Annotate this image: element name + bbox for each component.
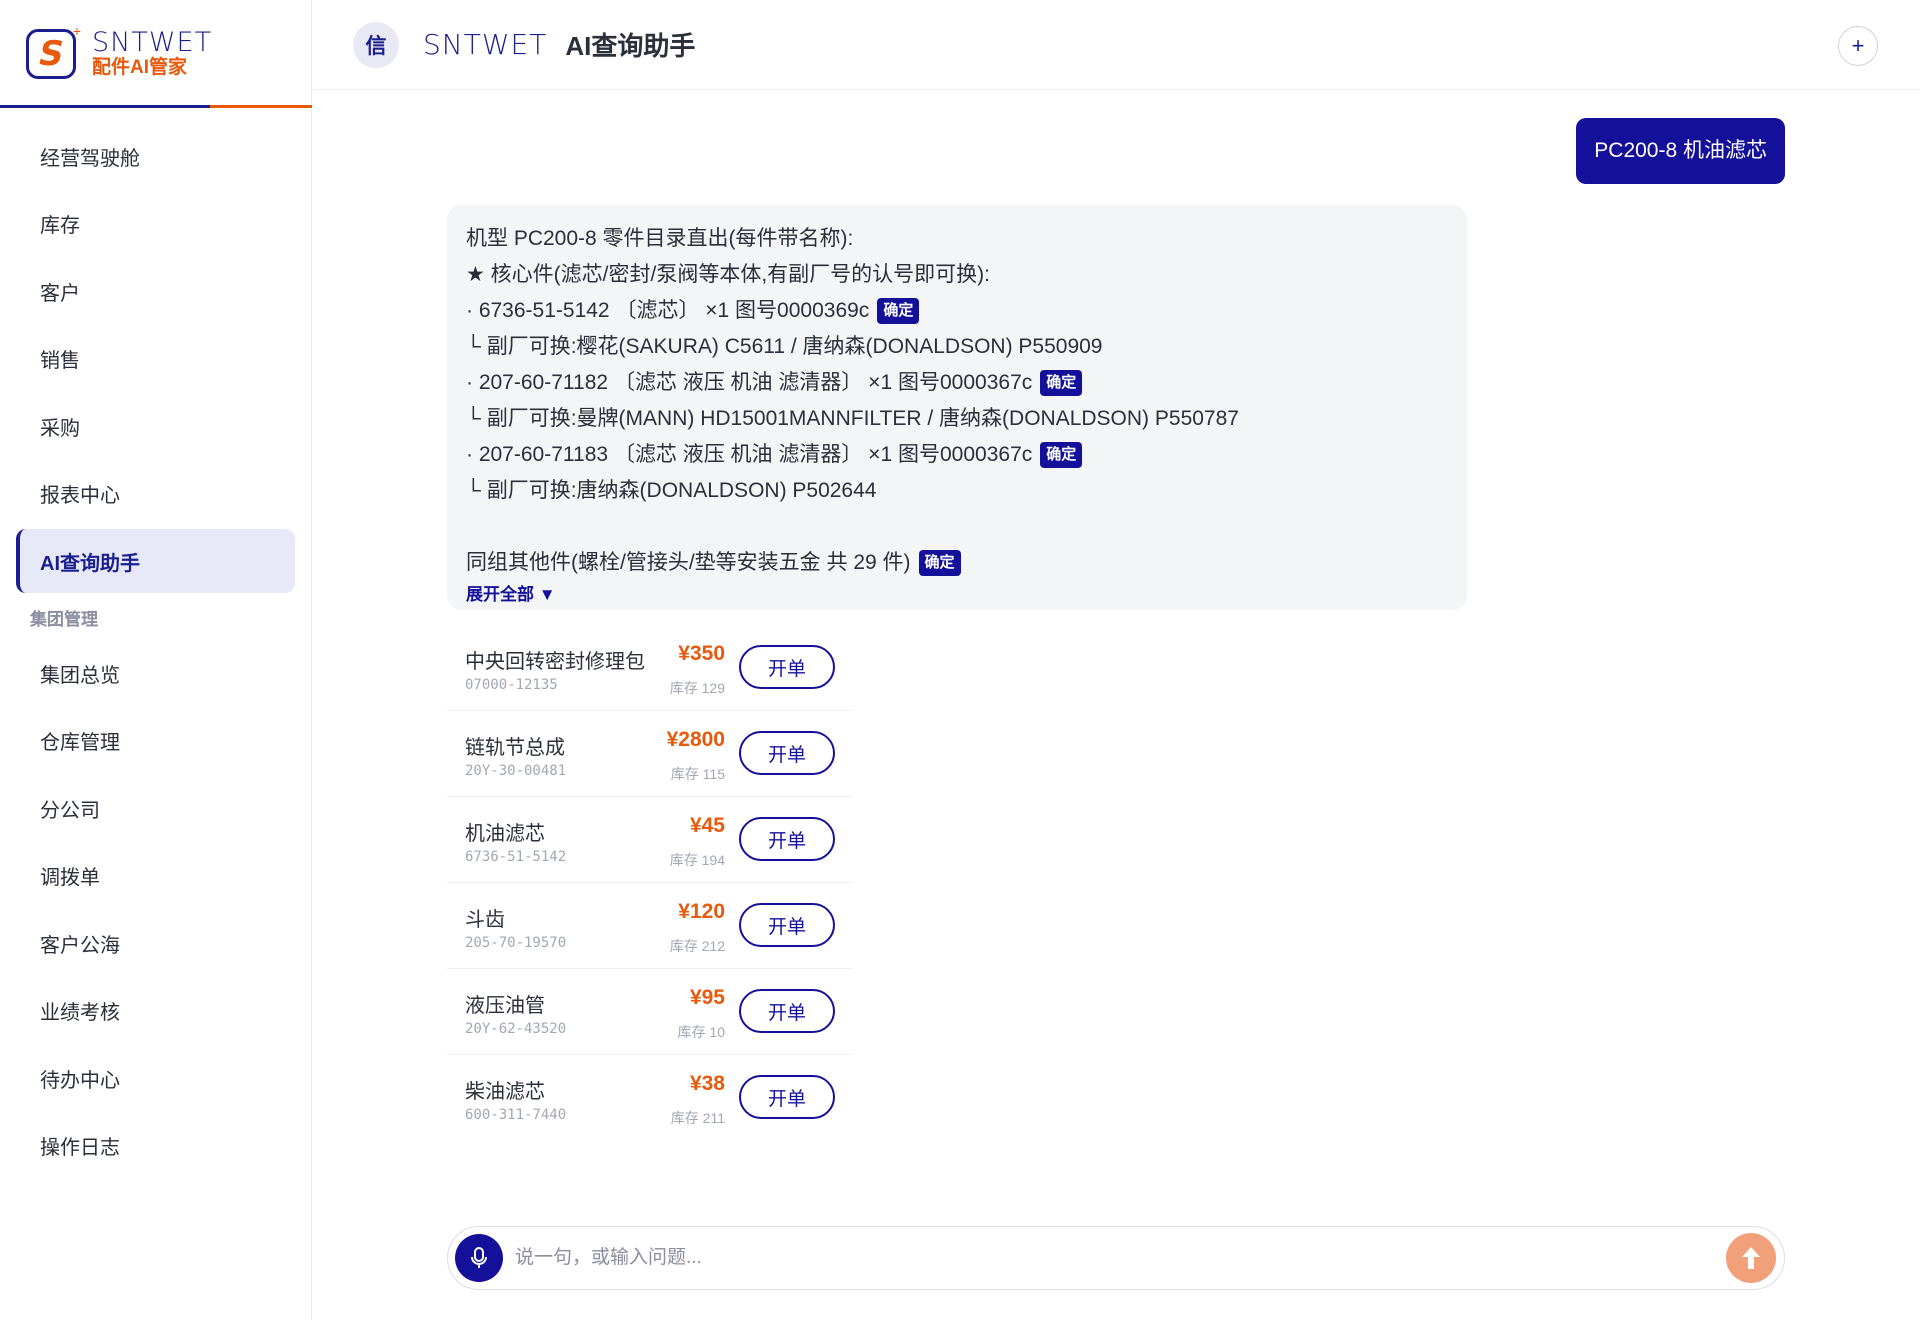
plus-icon: + (1851, 33, 1865, 58)
ai-line: └ 副厂可换:樱花(SAKURA) C5611 / 唐纳森(DONALDSON)… (466, 335, 1103, 358)
create-order-button[interactable]: 开单 (739, 903, 835, 947)
product-price: ¥95 (689, 986, 725, 1009)
sidebar-item-logs[interactable]: 操作日志 (16, 1114, 295, 1178)
sidebar-item-ai-assistant[interactable]: AI查询助手 (16, 529, 295, 593)
ai-line-text: · 6736-51-5142 〔滤芯〕 ×1 图号0000369c (466, 299, 870, 322)
product-stock: 库存 129 (669, 680, 725, 696)
product-row: 链轨节总成 20Y-30-00481 ¥2800 库存 115 开单 (447, 711, 853, 797)
sidebar-item-reports[interactable]: 报表中心 (16, 462, 295, 526)
ai-line: · 207-60-71182 〔滤芯 液压 机油 滤清器〕 ×1 图号00003… (466, 365, 1448, 401)
microphone-icon (471, 1247, 487, 1268)
product-row: 液压油管 20Y-62-43520 ¥95 库存 10 开单 (447, 969, 853, 1055)
sidebar-nav: 经营驾驶舱 库存 客户 销售 采购 报表中心 AI查询助手 集团管理 集团总览 … (0, 108, 311, 1178)
ai-response-text: 机型 PC200-8 零件目录直出(每件带名称): ★ 核心件(滤芯/密封/泵阀… (466, 221, 1448, 578)
create-order-button[interactable]: 开单 (739, 1075, 835, 1119)
user-message-bubble: PC200-8 机油滤芯 (1576, 118, 1785, 184)
ai-line: 同组其他件(螺栓/管接头/垫等安装五金 共 29 件) 确定 (466, 545, 1448, 578)
product-name: 斗齿 (465, 909, 505, 931)
ai-line-text: 同组其他件(螺栓/管接头/垫等安装五金 共 29 件) (466, 551, 911, 574)
product-name: 机油滤芯 (465, 823, 545, 845)
sidebar-item-todo[interactable]: 待办中心 (16, 1046, 295, 1110)
create-order-button[interactable]: 开单 (739, 645, 835, 689)
product-price: ¥45 (689, 814, 725, 837)
product-price: ¥120 (678, 900, 725, 923)
create-order-button[interactable]: 开单 (739, 731, 835, 775)
sidebar-item-purchase[interactable]: 采购 (16, 394, 295, 458)
product-code: 6736-51-5142 (465, 849, 567, 865)
page-title: AI查询助手 (565, 31, 696, 61)
product-code: 20Y-62-43520 (465, 1021, 567, 1037)
header-logo: SNTWET (423, 28, 548, 61)
ai-response-card: 机型 PC200-8 零件目录直出(每件带名称): ★ 核心件(滤芯/密封/泵阀… (447, 205, 1467, 610)
product-stock: 库存 10 (677, 1024, 725, 1040)
create-order-button[interactable]: 开单 (739, 817, 835, 861)
product-code: 600-311-7440 (465, 1107, 567, 1123)
product-stock: 库存 211 (670, 1110, 725, 1126)
sidebar-item-sales[interactable]: 销售 (16, 327, 295, 391)
brand-underline (0, 105, 312, 108)
sidebar-item-warehouse[interactable]: 仓库管理 (16, 709, 295, 773)
ai-line: · 207-60-71183 〔滤芯 液压 机油 滤清器〕 ×1 图号00003… (466, 437, 1448, 473)
product-name: 柴油滤芯 (465, 1081, 545, 1103)
brand-name-en: SNTWET (92, 27, 213, 59)
product-price: ¥38 (689, 1072, 725, 1095)
sidebar-item-transfers[interactable]: 调拨单 (16, 844, 295, 908)
confirm-tag[interactable]: 确定 (1040, 370, 1083, 397)
sidebar-item-branches[interactable]: 分公司 (16, 776, 295, 840)
voice-input-button[interactable] (455, 1234, 503, 1282)
ai-line: ★ 核心件(滤芯/密封/泵阀等本体,有副厂号的认号即可换): (466, 263, 990, 286)
product-code: 20Y-30-00481 (465, 763, 567, 779)
product-row: 柴油滤芯 600-311-7440 ¥38 库存 211 开单 (447, 1055, 853, 1141)
ai-line: 机型 PC200-8 零件目录直出(每件带名称): (466, 227, 854, 250)
send-button[interactable] (1726, 1233, 1776, 1283)
brand-name-cn: 配件AI管家 (92, 57, 188, 79)
header: 信 SNTWET AI查询助手 + (313, 0, 1920, 90)
ai-line-text: · 207-60-71182 〔滤芯 液压 机油 滤清器〕 ×1 图号00003… (466, 371, 1033, 394)
sidebar-item-customers[interactable]: 客户 (16, 259, 295, 323)
chat-input[interactable] (515, 1247, 1726, 1269)
confirm-tag[interactable]: 确定 (918, 550, 961, 577)
sidebar: S + SNTWET 配件AI管家 经营驾驶舱 库存 客户 销售 采购 报表中心 … (0, 0, 312, 1320)
ai-line: · 6736-51-5142 〔滤芯〕 ×1 图号0000369c 确定 (466, 293, 1448, 329)
new-chat-button[interactable]: + (1838, 26, 1878, 66)
product-stock: 库存 115 (670, 766, 725, 782)
expand-all-link[interactable]: 展开全部 ▼ (466, 580, 1448, 605)
product-row: 中央回转密封修理包 07000-12135 ¥350 库存 129 开单 (447, 625, 853, 711)
ai-line-blank (466, 509, 1448, 545)
confirm-tag[interactable]: 确定 (877, 298, 920, 325)
sidebar-group-label: 集团管理 (30, 609, 98, 629)
product-stock: 库存 194 (669, 852, 725, 868)
product-code: 205-70-19570 (465, 935, 567, 951)
product-price: ¥2800 (666, 728, 725, 751)
sidebar-item-inventory[interactable]: 库存 (16, 192, 295, 256)
brand[interactable]: S + SNTWET 配件AI管家 (0, 0, 312, 108)
product-row: 斗齿 205-70-19570 ¥120 库存 212 开单 (447, 883, 853, 969)
product-price: ¥350 (678, 642, 725, 665)
product-list: 中央回转密封修理包 07000-12135 ¥350 库存 129 开单 链轨节… (447, 625, 853, 1141)
chat-input-bar (447, 1226, 1785, 1290)
ai-line: └ 副厂可换:曼牌(MANN) HD15001MANNFILTER / 唐纳森(… (466, 407, 1239, 430)
brand-logo-icon: S + (26, 24, 81, 79)
sidebar-item-group-overview[interactable]: 集团总览 (16, 641, 295, 705)
sidebar-item-dashboard[interactable]: 经营驾驶舱 (16, 124, 295, 188)
product-row: 机油滤芯 6736-51-5142 ¥45 库存 194 开单 (447, 797, 853, 883)
create-order-button[interactable]: 开单 (739, 989, 835, 1033)
product-code: 07000-12135 (465, 677, 558, 693)
ai-line: └ 副厂可换:唐纳森(DONALDSON) P502644 (466, 479, 877, 502)
ai-line-text: · 207-60-71183 〔滤芯 液压 机油 滤清器〕 ×1 图号00003… (466, 443, 1033, 466)
sidebar-item-customer-pool[interactable]: 客户公海 (16, 911, 295, 975)
confirm-tag[interactable]: 确定 (1040, 442, 1083, 469)
product-name: 液压油管 (465, 995, 545, 1017)
product-stock: 库存 212 (669, 938, 725, 954)
arrow-up-icon (1742, 1247, 1760, 1269)
product-name: 链轨节总成 (465, 737, 565, 759)
sidebar-item-performance[interactable]: 业绩考核 (16, 979, 295, 1043)
avatar[interactable]: 信 (353, 21, 399, 68)
product-name: 中央回转密封修理包 (465, 651, 645, 673)
